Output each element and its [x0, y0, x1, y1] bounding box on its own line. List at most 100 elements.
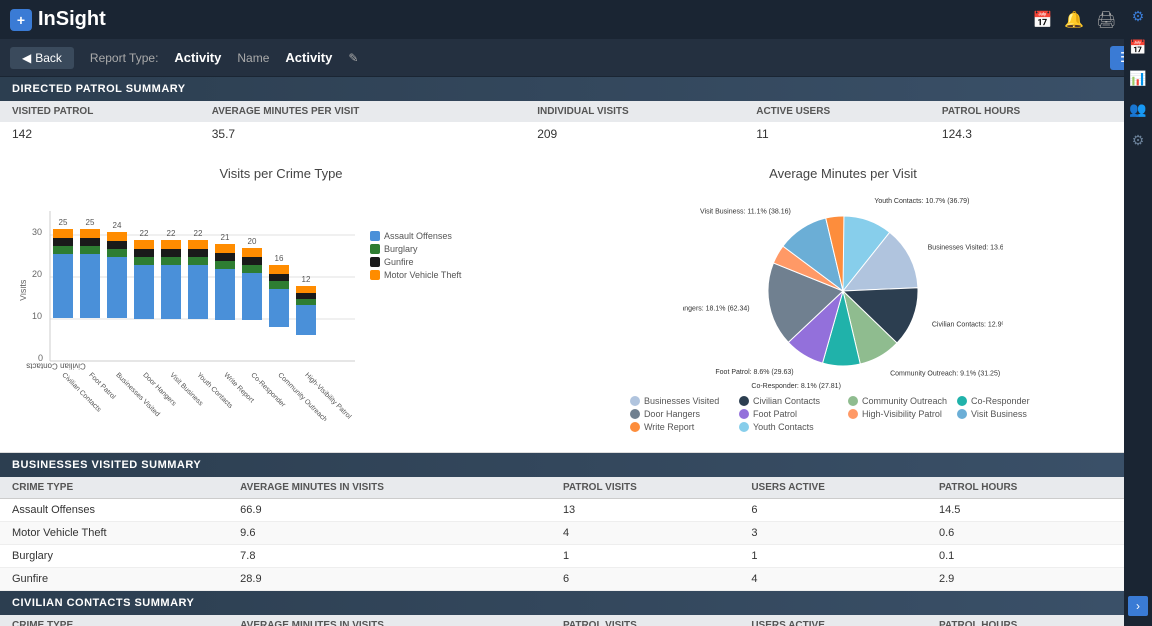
name-label: Name: [237, 51, 269, 65]
pie-legend-label: Businesses Visited: [644, 396, 719, 406]
cc-col-1: AVERAGE MINUTES IN VISITS: [228, 615, 551, 626]
printer-icon[interactable]: 🖨: [1096, 10, 1116, 30]
pie-legend-label: Foot Patrol: [753, 409, 797, 419]
col-patrol-hours: PATROL HOURS: [930, 101, 1124, 122]
pie-legend-item: Visit Business: [957, 409, 1056, 419]
bar-chart-svg: 0 10 20 30 Visits: [20, 191, 360, 421]
pie-legend-dot: [739, 409, 749, 419]
pie-legend-label: Door Hangers: [644, 409, 700, 419]
pie-legend-item: Civilian Contacts: [739, 396, 838, 406]
val-patrol-hours: 124.3: [930, 122, 1124, 146]
businesses-visited-title: BUSINESSES VISITED SUMMARY: [12, 459, 201, 471]
cc-col-0: CRIME TYPE: [0, 615, 228, 626]
pie-chart-svg: Youth Contacts: 10.7% (36.79) Businesses …: [683, 191, 1003, 391]
topbar-logo: + InSight: [10, 8, 106, 31]
legend-label-assault: Assault Offenses: [384, 231, 452, 241]
bv-col-1: AVERAGE MINUTES IN VISITS: [228, 477, 551, 499]
pie-chart-wrap: Youth Contacts: 10.7% (36.79) Businesses …: [582, 191, 1104, 432]
legend-label-motor: Motor Vehicle Theft: [384, 270, 461, 280]
pie-legend-dot: [630, 396, 640, 406]
right-sidebar: ⚙ 📅 📊 👥 ⚙ ›: [1124, 0, 1152, 626]
svg-text:Businesses Visited: 13.6% (46.: Businesses Visited: 13.6% (46.95): [928, 245, 1003, 252]
pie-chart-container: Average Minutes per Visit Youth Contacts…: [562, 156, 1124, 442]
svg-text:24: 24: [113, 221, 122, 230]
bv-col-3: USERS ACTIVE: [739, 477, 927, 499]
pie-legend-dot: [739, 396, 749, 406]
svg-text:Youth Contacts: 10.7% (36.79): Youth Contacts: 10.7% (36.79): [874, 198, 969, 205]
pie-legend-dot: [630, 409, 640, 419]
pie-legend-dot: [957, 396, 967, 406]
report-type-value: Activity: [174, 50, 221, 65]
back-button[interactable]: ◀ Back: [10, 47, 74, 69]
calendar-icon[interactable]: 📅: [1129, 39, 1146, 56]
back-label: Back: [35, 51, 62, 65]
charts-area: Visits per Crime Type 0 10 20 30 Visits: [0, 146, 1124, 453]
legend-item-gunfire: Gunfire: [370, 257, 461, 267]
table-row: Burglary7.8110.1: [0, 545, 1124, 568]
chart-icon[interactable]: 📊: [1129, 70, 1146, 87]
legend-item-burglary: Burglary: [370, 244, 461, 254]
svg-text:22: 22: [167, 229, 176, 238]
svg-text:21: 21: [221, 233, 230, 242]
bv-col-2: PATROL VISITS: [551, 477, 739, 499]
pie-legend-label: High-Visibility Patrol: [862, 409, 942, 419]
pie-legend-item: Door Hangers: [630, 409, 729, 419]
table-row: Motor Vehicle Theft9.6430.6: [0, 522, 1124, 545]
svg-text:Civilian Contacts: Civilian Contacts: [26, 362, 86, 371]
calendar-icon-top[interactable]: 📅: [1032, 10, 1052, 30]
bv-col-4: PATROL HOURS: [927, 477, 1124, 499]
businesses-visited-table: CRIME TYPE AVERAGE MINUTES IN VISITS PAT…: [0, 477, 1124, 591]
pie-chart-title: Average Minutes per Visit: [582, 166, 1104, 181]
logo-plus: +: [17, 12, 25, 28]
bv-col-0: CRIME TYPE: [0, 477, 228, 499]
directed-patrol-header: DIRECTED PATROL SUMMARY: [0, 77, 1124, 101]
table-row: 142 35.7 209 11 124.3: [0, 122, 1124, 146]
svg-text:High-Visibility Patrol: High-Visibility Patrol: [303, 372, 352, 421]
svg-text:12: 12: [302, 275, 311, 284]
edit-icon[interactable]: ✎: [348, 51, 358, 65]
svg-text:10: 10: [32, 311, 42, 321]
pie-legend-item: Community Outreach: [848, 396, 947, 406]
pie-legend-dot: [957, 409, 967, 419]
back-arrow: ◀: [22, 51, 31, 65]
app-title: InSight: [38, 8, 106, 31]
pie-legend-dot: [848, 396, 858, 406]
pie-legend-item: Co-Responder: [957, 396, 1056, 406]
pie-legend-label: Community Outreach: [862, 396, 947, 406]
svg-text:25: 25: [59, 218, 68, 227]
pie-legend-item: Foot Patrol: [739, 409, 838, 419]
legend-dot-burglary: [370, 244, 380, 254]
users-icon[interactable]: 👥: [1129, 101, 1146, 118]
val-avg-minutes: 35.7: [200, 122, 525, 146]
name-value: Activity: [285, 50, 332, 65]
bar-chart-legend: Assault Offenses Burglary Gunfire Motor …: [370, 231, 461, 280]
col-avg-minutes: AVERAGE MINUTES PER VISIT: [200, 101, 525, 122]
table-row: Assault Offenses66.913614.5: [0, 499, 1124, 522]
bar-chart-title: Visits per Crime Type: [20, 166, 542, 181]
val-individual-visits: 209: [525, 122, 744, 146]
svg-text:Community Outreach: Community Outreach: [276, 372, 328, 421]
svg-text:Door Hangers: 18.1% (62.34): Door Hangers: 18.1% (62.34): [683, 305, 750, 312]
svg-text:Community Outreach: 9.1% (31.2: Community Outreach: 9.1% (31.25): [890, 370, 1000, 377]
legend-dot-gunfire: [370, 257, 380, 267]
pie-legend-label: Co-Responder: [971, 396, 1030, 406]
col-individual-visits: INDIVIDUAL VISITS: [525, 101, 744, 122]
svg-text:Visit Business: 11.1% (38.16): Visit Business: 11.1% (38.16): [700, 208, 791, 215]
svg-text:16: 16: [275, 254, 284, 263]
pie-legend-dot: [848, 409, 858, 419]
col-active-users: ACTIVE USERS: [744, 101, 930, 122]
pie-legend-item: Youth Contacts: [739, 422, 838, 432]
legend-label-gunfire: Gunfire: [384, 257, 414, 267]
topbar-left: + InSight: [10, 8, 106, 31]
pie-legend-label: Write Report: [644, 422, 694, 432]
sidebar-expand-btn[interactable]: ›: [1128, 596, 1148, 616]
bell-icon[interactable]: 🔔: [1064, 10, 1084, 30]
cc-col-4: PATROL HOURS: [927, 615, 1124, 626]
bar-chart-container: Visits per Crime Type 0 10 20 30 Visits: [0, 156, 562, 442]
settings-icon[interactable]: ⚙: [1132, 132, 1145, 149]
svg-text:20: 20: [32, 269, 42, 279]
filter-icon[interactable]: ⚙: [1132, 8, 1145, 25]
pie-legend: Businesses Visited Civilian Contacts Commu…: [620, 396, 1066, 432]
directed-patrol-section: DIRECTED PATROL SUMMARY VISITED PATROL A…: [0, 77, 1124, 146]
legend-dot-assault: [370, 231, 380, 241]
